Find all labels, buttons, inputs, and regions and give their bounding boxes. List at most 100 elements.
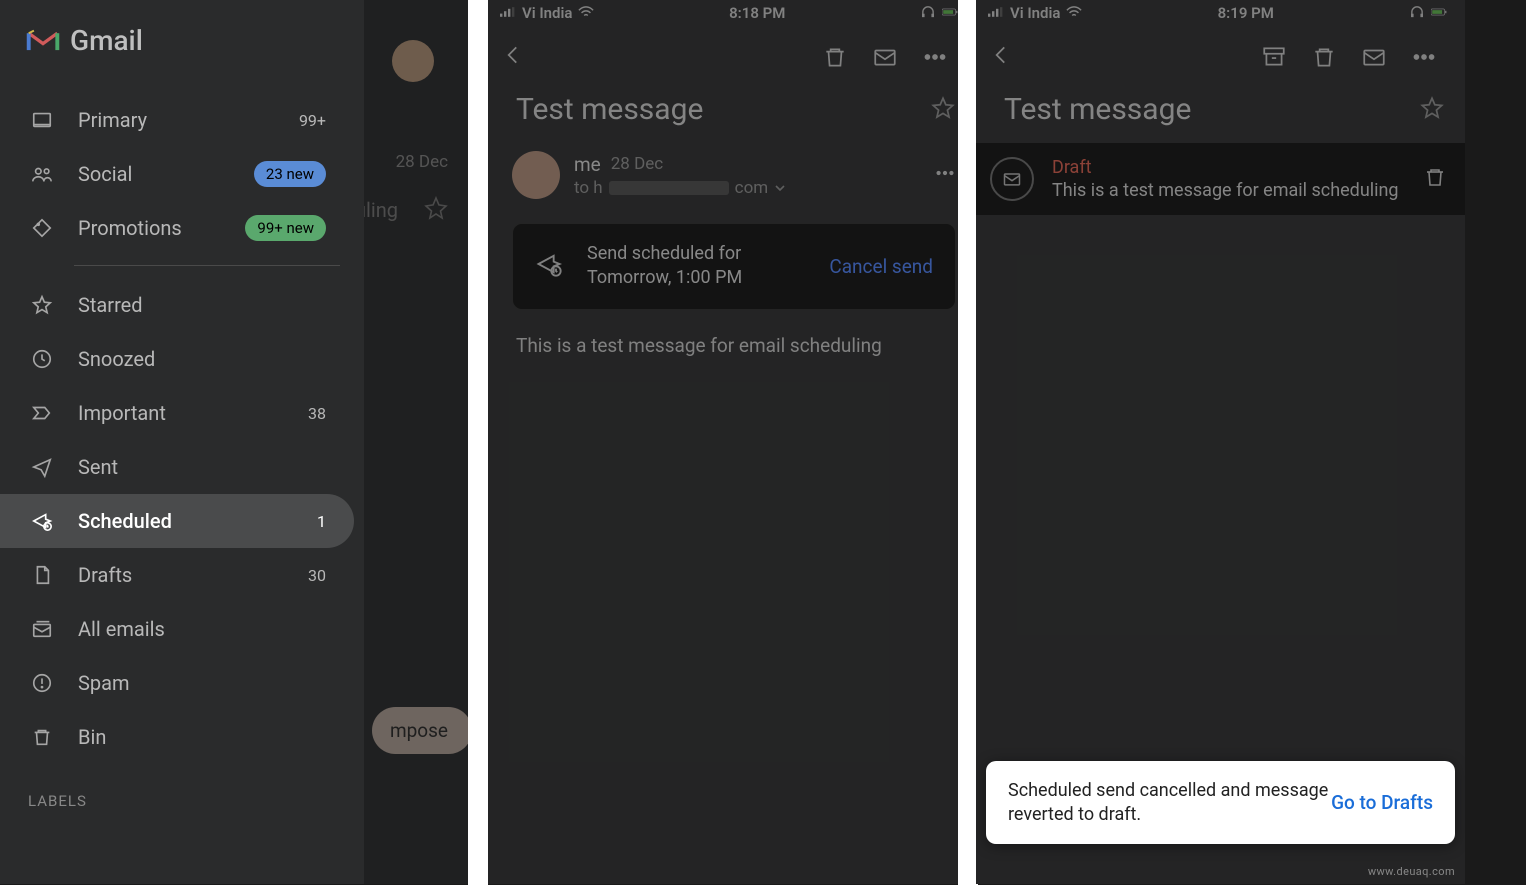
message-body: This is a test message for email schedul… [488,310,976,381]
sidebar-item-label: Starred [78,293,326,317]
status-bar: Vi India 8:18 PM [488,0,976,22]
sidebar-item-label: Primary [78,108,299,132]
headphone-icon [1409,4,1425,22]
sidebar-categories: Primary 99+ Social 23 new Promotions 99+… [0,85,364,820]
sidebar-item-label: Drafts [78,563,308,587]
screenshot-draft: Vi India 8:19 PM Test message [976,0,1465,884]
primary-icon [30,108,54,132]
gmail-logo-icon [26,28,60,54]
sender-avatar[interactable] [512,151,560,199]
sidebar-item-label: Spam [78,671,326,695]
star-button[interactable] [930,95,956,125]
trash-icon [30,725,54,749]
sidebar-item-bin[interactable]: Bin [0,710,354,764]
app-name: Gmail [70,24,143,57]
sidebar-item-label: Promotions [78,216,245,240]
sidebar-item-starred[interactable]: Starred [0,278,354,332]
headphone-icon [920,4,936,22]
chevron-down-icon [774,182,786,194]
sidebar-item-sent[interactable]: Sent [0,440,354,494]
carrier-name: Vi India [522,4,572,22]
signal-icon [988,4,1004,22]
draft-preview: This is a test message for email schedul… [1052,180,1405,201]
sidebar-item-spam[interactable]: Spam [0,656,354,710]
recipient-prefix: to h [574,178,603,198]
cancel-send-button[interactable]: Cancel send [829,255,933,278]
social-icon [30,162,54,186]
sent-icon [30,455,54,479]
sidebar-item-allmail[interactable]: All emails [0,602,354,656]
draft-row[interactable]: Draft This is a test message for email s… [976,143,1465,215]
labels-section-header: LABELS [0,764,364,820]
sidebar-header: Gmail [0,0,364,85]
sender-date: 28 Dec [611,154,663,174]
sidebar-item-label: Social [78,162,254,186]
more-menu-button[interactable] [910,44,960,70]
sidebar-item-primary[interactable]: Primary 99+ [0,93,354,147]
delete-button[interactable] [1299,44,1349,70]
recipient-suffix: com [735,178,769,198]
sidebar-item-important[interactable]: Important 38 [0,386,354,440]
sidebar-item-drafts[interactable]: Drafts 30 [0,548,354,602]
signal-icon [500,4,516,22]
scheduled-icon [30,509,54,533]
sidebar-item-scheduled[interactable]: Scheduled 1 [0,494,354,548]
sidebar-item-label: Sent [78,455,326,479]
back-button[interactable] [500,42,534,72]
screenshot-separator [468,0,488,885]
mark-unread-button[interactable] [1349,44,1399,70]
sender-name: me [574,153,601,176]
screenshot-sidebar: 28 Dec uling mpose Gmail [0,0,468,884]
go-to-drafts-button[interactable]: Go to Drafts [1331,791,1433,814]
archive-button[interactable] [1249,44,1299,70]
spam-icon [30,671,54,695]
sender-row: me 28 Dec to h com [488,141,976,199]
sidebar-badge: 1 [317,512,326,531]
watermark: www.deuaq.com [1368,865,1455,878]
mark-unread-button[interactable] [860,44,910,70]
scheduled-send-icon [535,250,563,282]
schedule-text: Send scheduled for Tomorrow, 1:00 PM [587,242,805,291]
sidebar-item-label: Snoozed [78,347,326,371]
sidebar-item-social[interactable]: Social 23 new [0,147,354,201]
draft-info: Draft This is a test message for email s… [1052,157,1405,201]
draft-envelope-icon [990,157,1034,201]
subject-row: Test message [488,82,976,141]
sidebar-badge: 23 new [254,161,326,187]
message-toolbar [976,22,1465,82]
clock-icon [30,347,54,371]
back-button[interactable] [988,42,1022,72]
drafts-icon [30,563,54,587]
more-menu-button[interactable] [1399,44,1449,70]
schedule-line1: Send scheduled for [587,242,805,266]
screenshot-scheduled-message: Vi India 8:18 PM Test message [488,0,976,884]
discard-draft-button[interactable] [1423,165,1447,193]
sidebar-item-label: Important [78,401,308,425]
sidebar-item-label: All emails [78,617,326,641]
sidebar-badge: 38 [308,404,326,423]
sidebar-item-snoozed[interactable]: Snoozed [0,332,354,386]
message-more-button[interactable] [934,162,956,188]
draft-label: Draft [1052,157,1405,178]
sidebar-item-label: Scheduled [78,509,317,533]
screenshot-separator [958,0,978,885]
message-subject: Test message [516,92,930,127]
star-button[interactable] [1419,95,1445,125]
allmail-icon [30,617,54,641]
sidebar-item-promotions[interactable]: Promotions 99+ new [0,201,354,255]
snackbar: Scheduled send cancelled and message rev… [986,761,1455,844]
schedule-banner: Send scheduled for Tomorrow, 1:00 PM Can… [512,223,956,310]
message-toolbar [488,22,976,82]
wifi-icon [578,4,594,22]
important-icon [30,401,54,425]
star-icon [30,293,54,317]
sidebar-badge: 99+ new [245,215,326,241]
sender-info[interactable]: me 28 Dec to h com [574,153,920,198]
sidebar-badge: 30 [308,566,326,585]
battery-icon [1431,4,1447,22]
sidebar-divider [74,265,340,266]
clock-time: 8:18 PM [729,4,785,22]
delete-button[interactable] [810,44,860,70]
navigation-drawer: Gmail Primary 99+ Social 23 new [0,0,364,884]
snackbar-text: Scheduled send cancelled and message rev… [1008,779,1331,826]
